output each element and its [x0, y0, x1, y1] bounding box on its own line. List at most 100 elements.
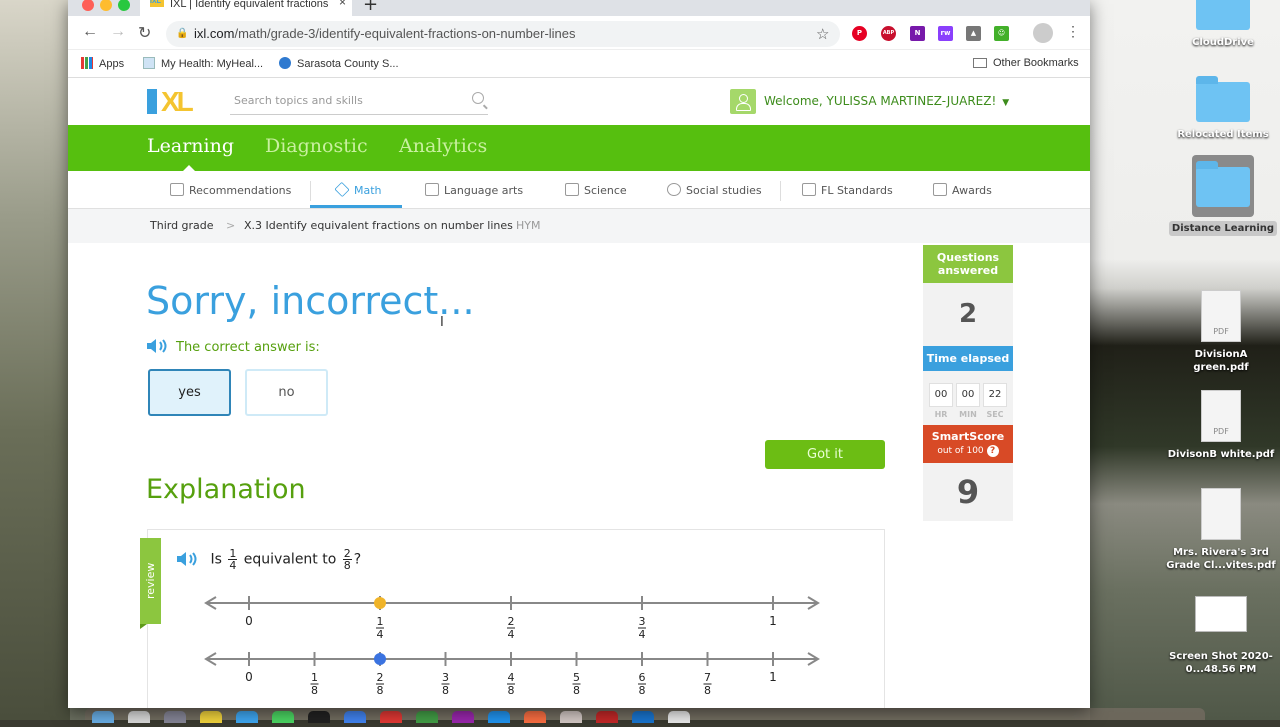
search-input[interactable]: Search topics and skills — [230, 90, 488, 115]
desktop-icon-rivera-pdf[interactable]: Mrs. Rivera's 3rd Grade Cl...vites.pdf — [1166, 488, 1276, 572]
tick-label-numerator: 4 — [508, 671, 515, 684]
onenote-icon[interactable]: N — [910, 26, 925, 41]
search-icon[interactable] — [472, 92, 484, 104]
dock-app-icon[interactable] — [272, 711, 294, 723]
desktop-icon-relocated-items[interactable]: Relocated Items — [1168, 76, 1278, 141]
profile-avatar[interactable] — [1033, 23, 1053, 43]
desktop-icon-divisionb[interactable]: PDF DivisonB white.pdf — [1166, 390, 1276, 461]
reload-icon[interactable]: ↻ — [138, 23, 151, 43]
desktop-left-strip — [0, 0, 70, 720]
tick-label-denominator: 4 — [639, 628, 646, 641]
other-bookmarks[interactable]: Other Bookmarks — [973, 57, 1079, 69]
speaker-icon[interactable] — [146, 338, 170, 354]
url-path: /math/grade-3/identify-equivalent-fracti… — [234, 26, 576, 41]
subject-awards[interactable]: Awards — [933, 183, 992, 197]
subject-label: Language arts — [444, 184, 524, 197]
desktop-icon-screenshot[interactable]: Screen Shot 2020-0...48.56 PM — [1166, 596, 1276, 676]
dock-app-icon[interactable] — [164, 711, 186, 723]
desktop-icon-clouddrive[interactable]: CloudDrive — [1168, 0, 1278, 49]
subject-nav: Recommendations Math Language arts Scien… — [68, 171, 1090, 209]
answer-yes-button[interactable]: yes — [148, 369, 231, 416]
desktop-icon-distance-learning[interactable]: Distance Learning — [1168, 155, 1278, 236]
bookmark-myhealth[interactable]: My Health: MyHeal... — [143, 57, 263, 70]
dock-app-icon[interactable] — [200, 711, 222, 723]
close-tab-icon[interactable]: × — [339, 0, 346, 8]
dock-app-icon[interactable] — [344, 711, 366, 723]
dock-app-icon[interactable] — [416, 711, 438, 723]
breadcrumb-grade[interactable]: Third grade — [150, 209, 214, 243]
dock-app-icon[interactable] — [632, 711, 654, 723]
subject-fl-standards[interactable]: FL Standards — [802, 183, 893, 197]
dock-app-icon[interactable] — [560, 711, 582, 723]
maximize-window-button[interactable] — [118, 0, 130, 11]
drive-icon[interactable]: ▲ — [966, 26, 981, 41]
dock-app-icon[interactable] — [92, 711, 114, 723]
subject-recommendations[interactable]: Recommendations — [170, 183, 291, 197]
desktop-icon-divisiona[interactable]: PDF DivisionA green.pdf — [1166, 290, 1276, 374]
dock-app-icon[interactable] — [128, 711, 150, 723]
dock-app-icon[interactable] — [488, 711, 510, 723]
tab-strip: IXL IXL | Identify equivalent fractions … — [68, 0, 1090, 16]
dock-app-icon[interactable] — [308, 711, 330, 723]
chevron-down-icon: ▼ — [1002, 98, 1010, 108]
adblock-icon[interactable]: ABP — [881, 26, 896, 41]
tick-label-numerator: 1 — [377, 615, 384, 628]
tick-label-numerator: 3 — [442, 671, 449, 684]
new-tab-button[interactable]: + — [363, 0, 378, 15]
ixl-logo[interactable]: XL — [147, 88, 217, 116]
bookmark-apps[interactable]: Apps — [81, 57, 124, 70]
forward-arrow-icon[interactable]: → — [110, 23, 126, 41]
bookmark-label: My Health: MyHeal... — [161, 58, 264, 70]
bookmark-sarasota[interactable]: Sarasota County S... — [279, 57, 399, 70]
user-avatar-icon — [730, 89, 756, 114]
speaker-icon[interactable] — [176, 551, 200, 567]
nav-tab-analytics[interactable]: Analytics — [399, 135, 487, 157]
pinterest-icon[interactable]: P — [852, 26, 867, 41]
subject-math[interactable]: Math — [334, 181, 382, 198]
dock-app-icon[interactable] — [236, 711, 258, 723]
help-icon[interactable]: ? — [986, 445, 999, 457]
selection-highlight — [1192, 155, 1254, 217]
dock-app-icon[interactable] — [668, 711, 690, 723]
bookmark-star-icon[interactable]: ☆ — [816, 25, 829, 43]
screencastify-icon[interactable]: ☺ — [994, 26, 1009, 41]
globe-favicon-icon — [279, 57, 291, 69]
tab-title: IXL | Identify equivalent fractions — [170, 0, 329, 10]
timer-value: 00 — [956, 383, 980, 407]
minimize-window-button[interactable] — [100, 0, 112, 11]
tick-label-numerator: 7 — [704, 671, 711, 684]
image-file-icon — [1195, 596, 1247, 632]
ixl-header: XL Search topics and skills Welcome, YUL… — [68, 78, 1090, 125]
dock-app-icon[interactable] — [452, 711, 474, 723]
nav-tab-diagnostic[interactable]: Diagnostic — [265, 135, 368, 157]
puzzle-rw-icon[interactable]: rw — [938, 26, 953, 41]
skill-code: HYM — [516, 219, 541, 232]
nav-tab-learning[interactable]: Learning — [147, 135, 234, 171]
menu-kebab-icon[interactable]: ⋮ — [1066, 23, 1080, 40]
subject-science[interactable]: Science — [565, 183, 627, 197]
dock-app-icon[interactable] — [524, 711, 546, 723]
timer-minutes: 00 MIN — [956, 383, 980, 419]
subject-label: Math — [354, 184, 382, 197]
url-domain: ixl.com — [194, 26, 235, 41]
close-window-button[interactable] — [82, 0, 94, 11]
tick-label-denominator: 4 — [508, 628, 515, 641]
browser-tab-active[interactable]: IXL IXL | Identify equivalent fractions … — [140, 0, 352, 16]
user-menu[interactable]: Welcome, YULISSA MARTINEZ-JUAREZ! ▼ — [730, 89, 1009, 116]
subject-social-studies[interactable]: Social studies — [667, 183, 762, 197]
answer-no-button[interactable]: no — [245, 369, 328, 416]
explanation-heading: Explanation — [146, 474, 306, 505]
explanation-question: Is 14 equivalent to 2 8? — [176, 548, 361, 571]
desktop-icon-label: Relocated Items — [1177, 129, 1269, 140]
address-bar[interactable]: 🔒 ixl.com/math/grade-3/identify-equivalen… — [166, 21, 840, 47]
back-arrow-icon[interactable]: ← — [82, 23, 98, 41]
logo-i — [147, 89, 157, 114]
dock-app-icon[interactable] — [380, 711, 402, 723]
subject-language-arts[interactable]: Language arts — [425, 183, 523, 197]
folder-icon — [973, 58, 987, 68]
dock-app-icon[interactable] — [596, 711, 618, 723]
main-nav: Learning Diagnostic Analytics — [68, 125, 1090, 171]
recommendations-icon — [170, 183, 184, 196]
got-it-button[interactable]: Got it — [765, 440, 885, 469]
feedback-title: Sorry, incorrect... — [146, 279, 475, 323]
